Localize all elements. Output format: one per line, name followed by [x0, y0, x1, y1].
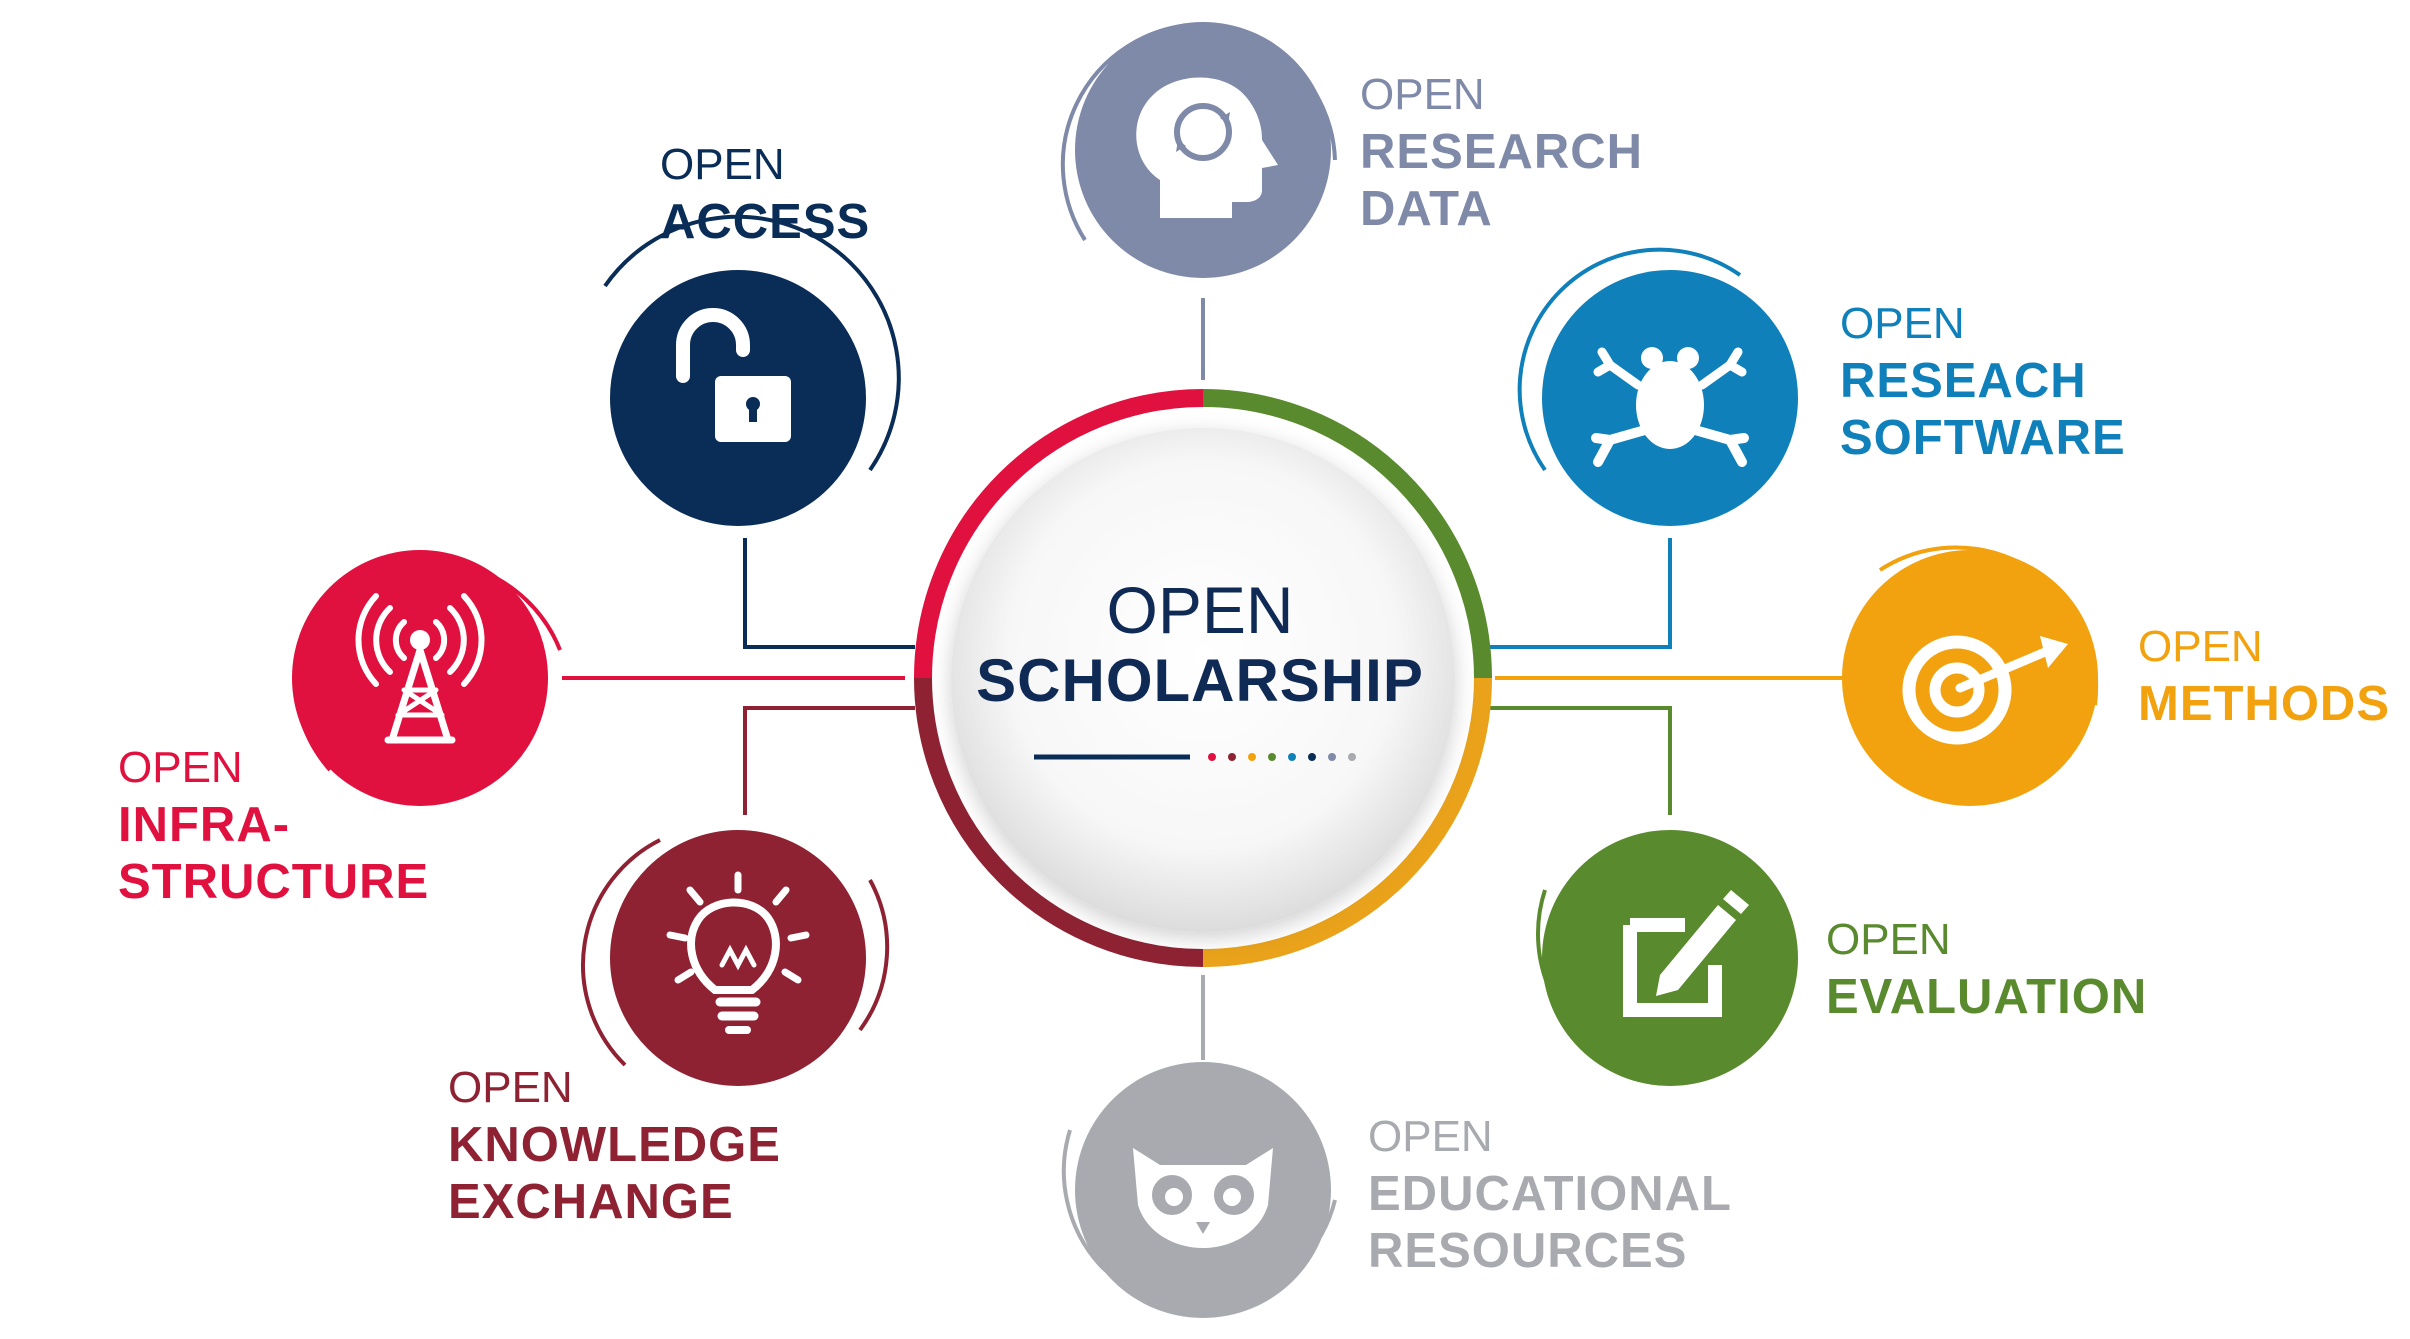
label-education-line-1: EDUCATIONAL [1368, 1167, 1732, 1221]
label-data: OPEN RESEARCH DATA [1360, 73, 1643, 238]
label-evaluation-line-1: EVALUATION [1826, 970, 2148, 1024]
center-title: SCHOLARSHIP [976, 647, 1424, 714]
hub-dot-maroon [1228, 753, 1236, 761]
label-evaluation: OPEN EVALUATION [1826, 918, 2147, 1026]
label-software: OPEN RESEACH SOFTWARE [1840, 302, 2126, 467]
hub-dot-gray [1348, 753, 1356, 761]
node-access [603, 214, 901, 526]
hub-dot-green [1268, 753, 1276, 761]
hub-dot-slate [1328, 753, 1336, 761]
label-methods: OPEN METHODS [2138, 625, 2390, 733]
label-access: OPEN ACCESS [660, 143, 870, 251]
label-evaluation-prefix: OPEN [1826, 915, 1951, 964]
label-education-prefix: OPEN [1368, 1112, 1493, 1161]
label-methods-line-1: METHODS [2138, 677, 2390, 731]
node-knowledge [581, 830, 890, 1086]
connector-access [743, 538, 915, 649]
label-knowledge-line-1: KNOWLEDGE [448, 1118, 781, 1172]
label-methods-prefix: OPEN [2138, 622, 2263, 671]
node-software [1517, 247, 1798, 526]
label-infra-line-2: STRUCTURE [118, 854, 430, 909]
label-knowledge-line-2: EXCHANGE [448, 1174, 734, 1229]
label-infra-line-1: INFRA- [118, 798, 291, 852]
hub-dot-navy [1308, 753, 1316, 761]
node-evaluation [1536, 830, 1798, 1086]
label-data-prefix: OPEN [1360, 70, 1485, 119]
label-education: OPEN EDUCATIONAL RESOURCES [1368, 1115, 1732, 1280]
hub-dot-blue [1288, 753, 1296, 761]
label-infra: OPEN INFRA- STRUCTURE [118, 746, 429, 911]
connector-evaluation [1490, 706, 1672, 815]
label-data-line-2: DATA [1360, 181, 1493, 236]
connector-knowledge [743, 706, 915, 815]
hub-dot-orange [1248, 753, 1256, 761]
node-data [1060, 22, 1337, 278]
center-prefix: OPEN [1106, 573, 1294, 647]
label-software-line-1: RESEACH [1840, 354, 2087, 408]
label-access-line-1: ACCESS [660, 195, 871, 249]
label-software-line-2: SOFTWARE [1840, 410, 2126, 465]
node-knowledge-disc [610, 830, 866, 1086]
label-software-prefix: OPEN [1840, 299, 1965, 348]
hub-dot-red [1208, 753, 1216, 761]
node-evaluation-disc [1542, 830, 1798, 1086]
open-scholarship-diagram: OPEN SCHOLARSHIP OPEN ACCESS OPEN RESEAR… [0, 0, 2410, 1334]
label-access-prefix: OPEN [660, 140, 785, 189]
label-infra-prefix: OPEN [118, 743, 243, 792]
node-education [1061, 1062, 1337, 1318]
label-education-line-2: RESOURCES [1368, 1223, 1688, 1278]
label-knowledge: OPEN KNOWLEDGE EXCHANGE [448, 1066, 781, 1231]
label-knowledge-prefix: OPEN [448, 1063, 573, 1112]
connector-software [1490, 538, 1672, 649]
label-data-line-1: RESEARCH [1360, 125, 1643, 179]
node-methods [1842, 545, 2099, 806]
